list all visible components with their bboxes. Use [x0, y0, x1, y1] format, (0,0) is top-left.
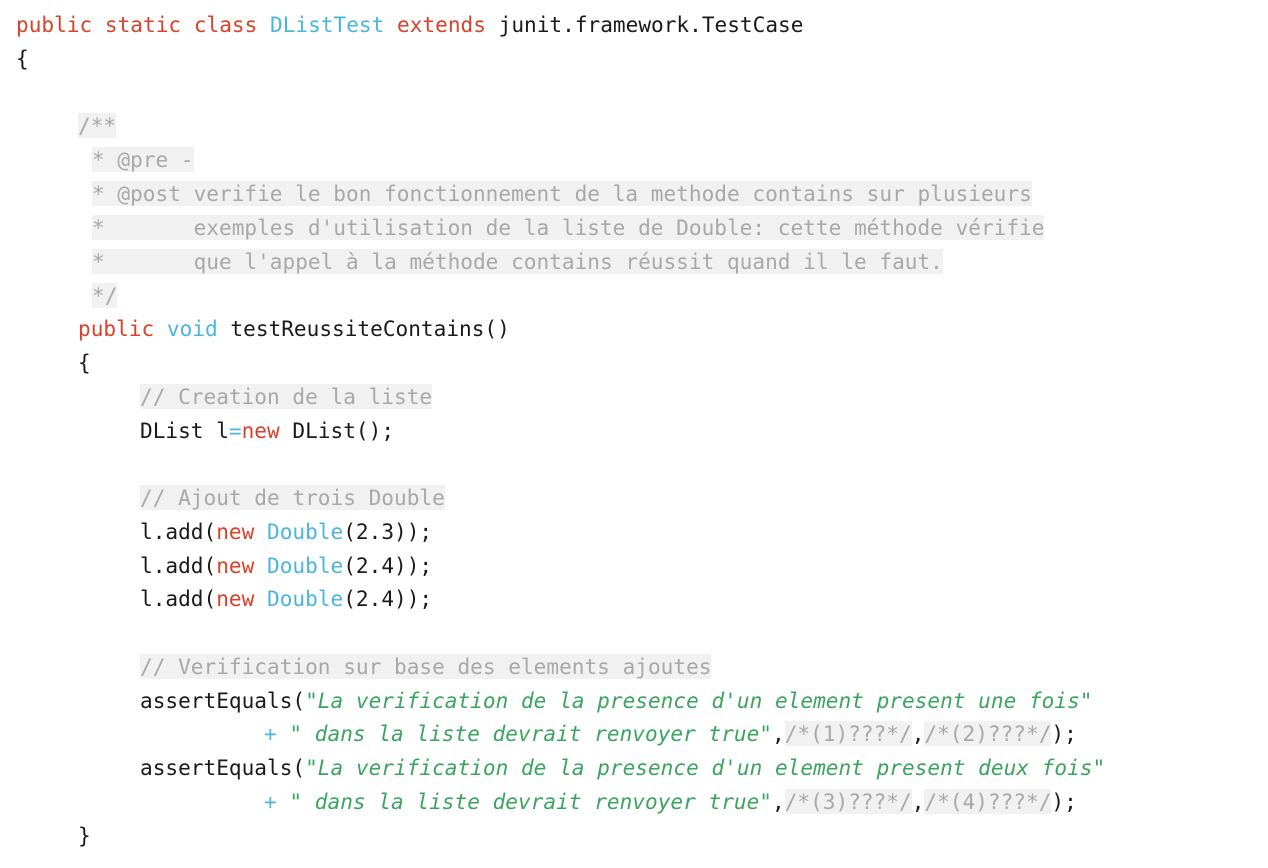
add-call-line-3: l.add(new Double(2.4));	[140, 586, 433, 611]
doc-comment-line-4: * exemples d'utilisation de la liste de …	[92, 215, 1045, 240]
assert-line-2b: + " dans la liste devrait renvoyer true"…	[264, 789, 1077, 814]
placeholder-1: /*(1)???*/	[784, 721, 912, 746]
keyword-static: static	[104, 12, 182, 37]
keyword-public: public	[78, 316, 155, 341]
class-name: DListTest	[270, 12, 385, 37]
doc-comment-line-2: * @pre -	[92, 147, 194, 172]
class-declaration-line: public static class DListTest extends ju…	[16, 8, 803, 42]
doc-comment-line-5: * que l'appel à la méthode contains réus…	[92, 249, 943, 274]
comment-verification: // Verification sur base des elements aj…	[140, 654, 712, 679]
method-open-brace: {	[78, 350, 91, 375]
assert-line-1a: assertEquals("La verification de la pres…	[140, 688, 1093, 713]
comment-ajout: // Ajout de trois Double	[140, 485, 445, 510]
doc-comment-line-6: */	[92, 283, 118, 308]
list-declaration-line: DList l=new DList();	[140, 418, 395, 443]
placeholder-3: /*(3)???*/	[784, 789, 912, 814]
assert-line-1b: + " dans la liste devrait renvoyer true"…	[264, 721, 1077, 746]
base-class: junit.framework.TestCase	[498, 12, 804, 37]
method-close-brace: }	[78, 823, 91, 848]
method-name: testReussiteContains()	[230, 316, 510, 341]
method-declaration-line: public void testReussiteContains()	[78, 312, 510, 346]
add-call-line-1: l.add(new Double(2.3));	[140, 519, 433, 544]
add-call-line-2: l.add(new Double(2.4));	[140, 553, 433, 578]
class-open-brace: {	[16, 46, 29, 71]
code-editor: public static class DListTest extends ju…	[0, 0, 1268, 868]
keyword-public: public	[16, 12, 93, 37]
doc-comment-line-3: * @post verifie le bon fonctionnement de…	[92, 181, 1032, 206]
assert-line-2a: assertEquals("La verification de la pres…	[140, 755, 1106, 780]
doc-comment-line-1: /**	[78, 113, 117, 138]
keyword-class: class	[193, 12, 258, 37]
comment-creation: // Creation de la liste	[140, 384, 433, 409]
placeholder-4: /*(4)???*/	[924, 789, 1052, 814]
keyword-void: void	[166, 316, 218, 341]
placeholder-2: /*(2)???*/	[924, 721, 1052, 746]
keyword-extends: extends	[397, 12, 486, 37]
